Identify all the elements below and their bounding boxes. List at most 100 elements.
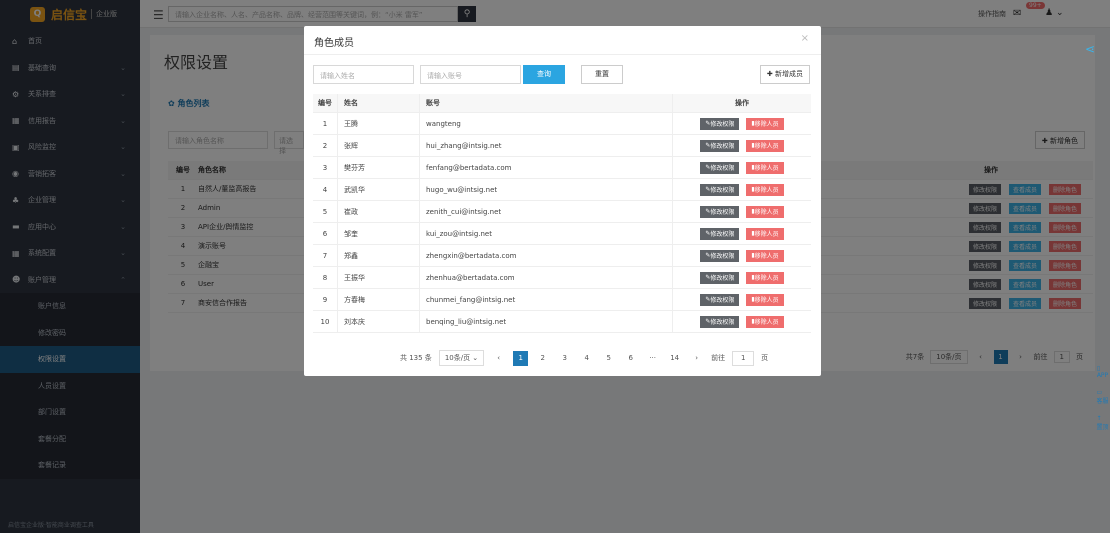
- member-account: kui_zou@intsig.net: [419, 223, 672, 244]
- member-actions: ✎ 修改权限 ▮ 移除人员: [672, 157, 811, 178]
- remove-member-button[interactable]: ▮ 移除人员: [746, 227, 784, 240]
- name-search-input[interactable]: 请输入姓名: [313, 65, 414, 84]
- edit-permission-label: 修改权限: [710, 231, 735, 238]
- remove-member-button[interactable]: ▮ 移除人员: [746, 139, 784, 152]
- edit-permission-label: 修改权限: [710, 253, 735, 260]
- app-icon-button[interactable]: ▯ APP: [1097, 365, 1108, 379]
- table-row: 5 崔政 zenith_cui@intsig.net ✎ 修改权限 ▮ 移除人员: [313, 201, 811, 223]
- member-table-header: 编号 姓名 账号 操作: [313, 94, 811, 113]
- add-member-button[interactable]: ✚ 新增成员: [759, 65, 810, 84]
- page-number[interactable]: 6: [623, 351, 638, 366]
- remove-member-button[interactable]: ▮ 移除人员: [746, 205, 784, 218]
- table-row: 7 郑鑫 zhengxin@bertadata.com ✎ 修改权限 ▮ 移除人员: [313, 245, 811, 267]
- table-row: 8 王振华 zhenhua@bertadata.com ✎ 修改权限 ▮ 移除人员: [313, 267, 811, 289]
- remove-member-button[interactable]: ▮ 移除人员: [746, 183, 784, 196]
- edit-permission-label: 修改权限: [710, 275, 735, 282]
- edit-permission-button[interactable]: ✎ 修改权限: [700, 271, 740, 284]
- member-no: 2: [322, 141, 328, 150]
- remove-member-label: 移除人员: [754, 253, 779, 260]
- remove-member-button[interactable]: ▮ 移除人员: [746, 271, 784, 284]
- edit-permission-button[interactable]: ✎ 修改权限: [700, 205, 740, 218]
- member-name: 王振华: [337, 267, 419, 288]
- member-actions: ✎ 修改权限 ▮ 移除人员: [672, 245, 811, 266]
- member-account: zhengxin@bertadata.com: [419, 245, 672, 266]
- edit-permission-button[interactable]: ✎ 修改权限: [700, 161, 740, 174]
- member-pagination: 共 135 条 10条/页 ⌄ ‹ 1 2 3 4 5 6 ··· 14 › 前往 1 页: [400, 350, 768, 366]
- page-size-select[interactable]: 10条/页 ⌄: [438, 350, 485, 366]
- page-number[interactable]: 5: [601, 351, 616, 366]
- share-icon[interactable]: ⋖: [1085, 42, 1095, 56]
- member-actions: ✎ 修改权限 ▮ 移除人员: [672, 201, 811, 222]
- edit-permission-button[interactable]: ✎ 修改权限: [700, 139, 740, 152]
- remove-member-label: 移除人员: [754, 297, 779, 304]
- member-account: zhenhua@bertadata.com: [419, 267, 672, 288]
- remove-member-label: 移除人员: [754, 143, 779, 150]
- member-actions: ✎ 修改权限 ▮ 移除人员: [672, 289, 811, 310]
- edit-permission-button[interactable]: ✎ 修改权限: [700, 117, 740, 130]
- edit-permission-button[interactable]: ✎ 修改权限: [700, 227, 740, 240]
- member-table: 编号 姓名 账号 操作 1 王腾 wangteng ✎ 修改权限 ▮ 移除人员 2 张辉 hu…: [313, 94, 811, 333]
- member-actions: ✎ 修改权限 ▮ 移除人员: [672, 223, 811, 244]
- query-button[interactable]: 查询: [523, 65, 565, 84]
- dialog-title: 角色成员: [314, 38, 354, 49]
- table-row: 2 张辉 hui_zhang@intsig.net ✎ 修改权限 ▮ 移除人员: [313, 135, 811, 157]
- service-icon-button[interactable]: ▭ 客服: [1096, 389, 1108, 405]
- remove-member-button[interactable]: ▮ 移除人员: [746, 161, 784, 174]
- edit-permission-button[interactable]: ✎ 修改权限: [700, 249, 740, 262]
- edit-permission-button[interactable]: ✎ 修改权限: [700, 315, 740, 328]
- remove-member-label: 移除人员: [754, 121, 779, 128]
- table-row: 3 樊芬芳 fenfang@bertadata.com ✎ 修改权限 ▮ 移除人员: [313, 157, 811, 179]
- page-number[interactable]: 4: [579, 351, 594, 366]
- edit-permission-label: 修改权限: [710, 209, 735, 216]
- member-no: 6: [322, 229, 328, 238]
- member-actions: ✎ 修改权限 ▮ 移除人员: [672, 267, 811, 288]
- edit-permission-label: 修改权限: [710, 187, 735, 194]
- member-account: hui_zhang@intsig.net: [419, 135, 672, 156]
- table-row: 9 方春梅 chunmei_fang@intsig.net ✎ 修改权限 ▮ 移除人员: [313, 289, 811, 311]
- member-account: zenith_cui@intsig.net: [419, 201, 672, 222]
- table-row: 4 武凯华 hugo_wu@intsig.net ✎ 修改权限 ▮ 移除人员: [313, 179, 811, 201]
- edit-permission-button[interactable]: ✎ 修改权限: [700, 183, 740, 196]
- role-members-dialog: 角色成员 × 请输入姓名 请输入账号 查询 重置 ✚ 新增成员 编号 姓名 账号…: [304, 26, 821, 376]
- member-no: 7: [322, 251, 328, 260]
- close-icon[interactable]: ×: [801, 33, 809, 44]
- page-number[interactable]: 3: [557, 351, 572, 366]
- account-search-input[interactable]: 请输入账号: [420, 65, 521, 84]
- member-no: 8: [322, 273, 328, 282]
- next-page-button[interactable]: ›: [689, 351, 704, 366]
- member-name: 方春梅: [337, 289, 419, 310]
- member-name: 樊芬芳: [337, 157, 419, 178]
- member-actions: ✎ 修改权限 ▮ 移除人员: [672, 113, 811, 134]
- remove-member-button[interactable]: ▮ 移除人员: [746, 315, 784, 328]
- member-account: benqing_liu@intsig.net: [419, 311, 672, 332]
- edit-permission-button[interactable]: ✎ 修改权限: [700, 293, 740, 306]
- member-no: 10: [320, 317, 330, 326]
- member-no: 4: [322, 185, 328, 194]
- page-number[interactable]: 2: [535, 351, 550, 366]
- page-number[interactable]: 1: [513, 350, 529, 366]
- edit-permission-label: 修改权限: [710, 319, 735, 326]
- back-to-top-button[interactable]: ↑ 置顶: [1096, 415, 1108, 431]
- remove-member-button[interactable]: ▮ 移除人员: [746, 117, 784, 130]
- member-name: 邹奎: [337, 223, 419, 244]
- page-number[interactable]: ···: [645, 351, 660, 366]
- goto-page-input[interactable]: 1: [732, 350, 755, 366]
- remove-member-button[interactable]: ▮ 移除人员: [746, 249, 784, 262]
- plus-icon: ✚: [766, 70, 773, 78]
- member-name: 武凯华: [337, 179, 419, 200]
- total-count: 共 135 条: [400, 354, 432, 362]
- table-row: 10 刘本庆 benqing_liu@intsig.net ✎ 修改权限 ▮ 移除人员: [313, 311, 811, 333]
- member-name: 崔政: [337, 201, 419, 222]
- member-actions: ✎ 修改权限 ▮ 移除人员: [672, 179, 811, 200]
- edit-permission-label: 修改权限: [710, 165, 735, 172]
- reset-button[interactable]: 重置: [581, 65, 623, 84]
- member-no: 5: [322, 207, 328, 216]
- member-name: 郑鑫: [337, 245, 419, 266]
- edit-permission-label: 修改权限: [710, 297, 735, 304]
- member-account: chunmei_fang@intsig.net: [419, 289, 672, 310]
- remove-member-label: 移除人员: [754, 319, 779, 326]
- table-row: 6 邹奎 kui_zou@intsig.net ✎ 修改权限 ▮ 移除人员: [313, 223, 811, 245]
- prev-page-button[interactable]: ‹: [491, 351, 506, 366]
- page-number[interactable]: 14: [667, 351, 682, 366]
- remove-member-button[interactable]: ▮ 移除人员: [746, 293, 784, 306]
